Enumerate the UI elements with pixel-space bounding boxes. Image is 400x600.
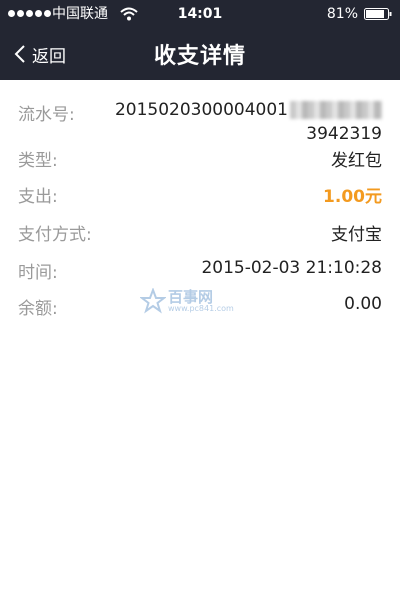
battery-percentage: 81% bbox=[326, 6, 358, 22]
type-label: 类型: bbox=[18, 151, 58, 171]
redacted-blur bbox=[290, 101, 382, 119]
serial-row: 流水号: 2015020300004001 3942319 bbox=[18, 100, 382, 148]
battery-icon bbox=[364, 8, 392, 20]
expense-amount: 1.00元 bbox=[323, 187, 382, 207]
time-value: 2015-02-03 21:10:28 bbox=[201, 258, 382, 278]
payment-method-label: 支付方式: bbox=[18, 225, 92, 245]
navigation-bar: 返回 收支详情 bbox=[0, 28, 400, 80]
balance-label: 余额: bbox=[18, 299, 58, 319]
app-header: 中国联通 14:01 81% 返回 收支详情 bbox=[0, 0, 400, 80]
type-row: 类型: 发红包 bbox=[18, 146, 382, 171]
expense-label: 支出: bbox=[18, 187, 58, 207]
serial-value-line2: 3942319 bbox=[306, 124, 382, 144]
serial-value: 2015020300004001 bbox=[114, 100, 288, 120]
time-label: 时间: bbox=[18, 263, 58, 283]
serial-value-line1: 2015020300004001 bbox=[115, 100, 382, 120]
status-bar: 中国联通 14:01 81% bbox=[0, 0, 400, 28]
type-value: 发红包 bbox=[331, 151, 382, 171]
payment-method-value: 支付宝 bbox=[331, 225, 382, 245]
serial-label: 流水号: bbox=[18, 105, 75, 125]
expense-row: 支出: 1.00元 bbox=[18, 182, 382, 207]
watermark: 百事网 www.pc841.com bbox=[140, 286, 250, 320]
star-logo-icon bbox=[140, 288, 166, 314]
page-title: 收支详情 bbox=[153, 44, 246, 69]
payment-method-row: 支付方式: 支付宝 bbox=[18, 220, 382, 245]
watermark-url: www.pc841.com bbox=[168, 304, 234, 313]
balance-value: 0.00 bbox=[344, 294, 382, 314]
time-row: 时间: 2015-02-03 21:10:28 bbox=[18, 258, 382, 283]
